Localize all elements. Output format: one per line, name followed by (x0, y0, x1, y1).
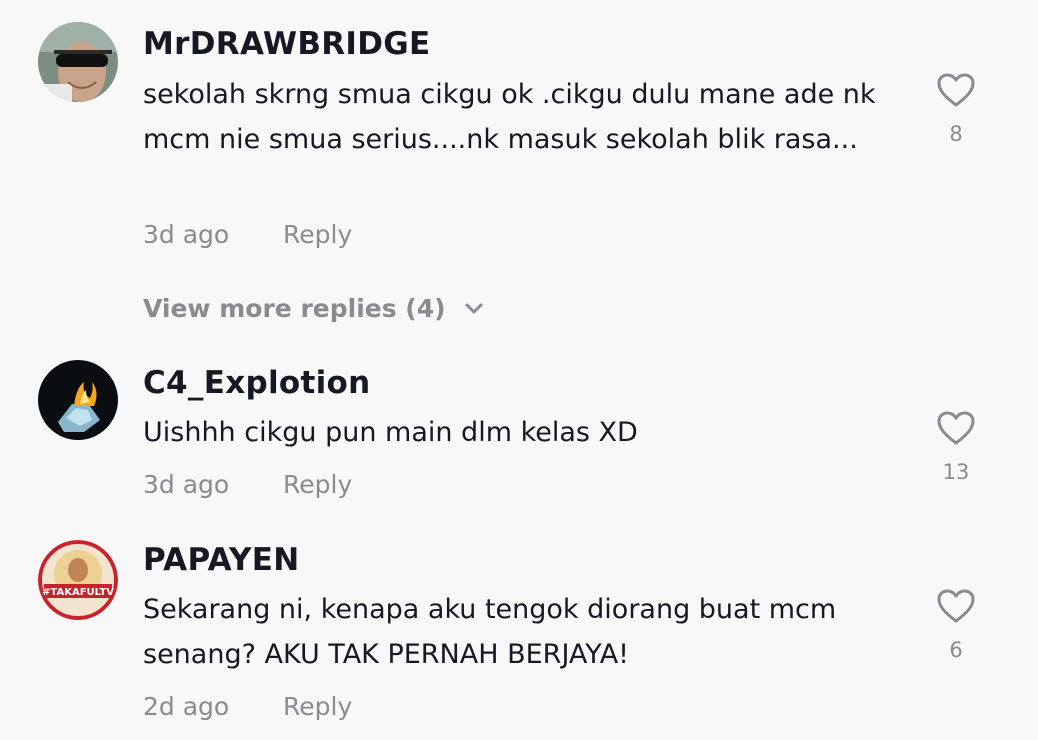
comment-text: Uishhh cikgu pun main dlm kelas XD (143, 417, 638, 448)
svg-text:#TAKAFULTV: #TAKAFULTV (42, 587, 114, 598)
comment-timestamp: 3d ago (143, 470, 230, 499)
like-count: 6 (949, 638, 963, 662)
view-more-replies-label: View more replies (4) (143, 294, 446, 323)
comment-username[interactable]: C4_Explotion (143, 363, 371, 403)
comment-text: Sekarang ni, kenapa aku tengok diorang b… (143, 594, 837, 670)
comment-text: sekolah skrng smua cikgu ok .cikgu dulu … (143, 79, 876, 155)
avatar[interactable]: #TAKAFULTV (38, 540, 118, 620)
like-count: 8 (949, 122, 963, 146)
like-control: 13 (936, 410, 976, 484)
comment-meta: 2d ago Reply (143, 690, 352, 724)
avatar[interactable] (38, 360, 118, 440)
reply-button[interactable]: Reply (283, 218, 352, 252)
like-control: 8 (936, 72, 976, 146)
reply-button[interactable]: Reply (283, 690, 352, 724)
comment-timestamp: 2d ago (143, 692, 230, 721)
comment-username[interactable]: PAPAYEN (143, 540, 299, 580)
avatar-image (38, 360, 118, 440)
comment-meta: 3d ago Reply (143, 468, 352, 502)
avatar-image: #TAKAFULTV (38, 540, 118, 620)
comment-meta: 3d ago Reply (143, 218, 352, 252)
avatar[interactable] (38, 22, 118, 102)
avatar-image (38, 22, 118, 102)
chevron-down-icon (464, 291, 484, 325)
heart-outline-icon[interactable] (936, 410, 976, 450)
comment-timestamp: 3d ago (143, 220, 230, 249)
view-more-replies-button[interactable]: View more replies (4) (143, 292, 484, 326)
heart-outline-icon[interactable] (936, 72, 976, 112)
like-count: 13 (942, 460, 970, 484)
heart-outline-icon[interactable] (936, 588, 976, 628)
reply-button[interactable]: Reply (283, 468, 352, 502)
comment-username[interactable]: MrDRAWBRIDGE (143, 24, 431, 64)
like-control: 6 (936, 588, 976, 662)
